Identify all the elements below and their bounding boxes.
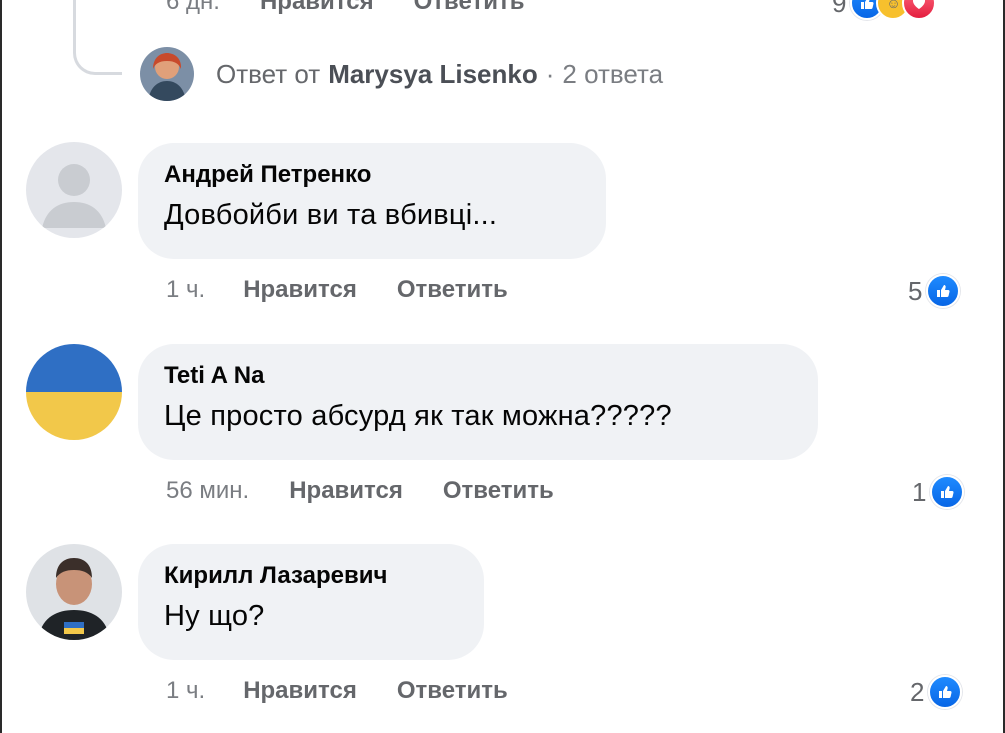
reply-prefix: Ответ от [216, 58, 321, 89]
thumbs-up-icon [930, 475, 965, 509]
thumbs-up-icon [926, 274, 961, 308]
comment-author[interactable]: Андрей Петренко [164, 161, 576, 189]
view-replies-link[interactable]: Ответ от Marysya Lisenko · 2 ответа [140, 47, 663, 101]
thread-connector-line [73, 0, 122, 75]
thumbs-up-icon [928, 675, 963, 709]
heart-icon [902, 0, 937, 20]
like-action[interactable]: Нравится [243, 677, 357, 705]
comment-bubble: Teti A Na Це просто абсурд як так можна?… [138, 344, 818, 460]
reply-author-name: Marysya Lisenko [328, 58, 538, 89]
comment-bubble: Кирилл Лазаревич Ну що? [138, 544, 484, 660]
reaction-summary[interactable]: 2 [910, 675, 963, 709]
reply-separator: · [545, 58, 555, 89]
reply-count: 2 ответа [562, 58, 664, 89]
reaction-summary[interactable]: 5 [908, 274, 961, 308]
avatar[interactable] [26, 344, 122, 440]
like-action[interactable]: Нравится [289, 477, 403, 505]
comment-text: Довбойби ви та вбивці... [164, 199, 498, 231]
reaction-count: 9 [832, 0, 847, 18]
comment-time: 1 ч. [166, 677, 206, 704]
comment-text: Це просто абсурд як так можна????? [164, 400, 672, 432]
comment-time: 56 мин. [166, 477, 250, 504]
comment-time: 1 ч. [166, 276, 206, 303]
avatar[interactable] [26, 544, 122, 640]
reaction-count: 1 [912, 476, 927, 507]
reply-action[interactable]: Ответить [397, 677, 508, 705]
like-action[interactable]: Нравится [260, 0, 374, 16]
top-comment-meta: 6 дн. Нравится Ответить [166, 0, 525, 16]
reply-action[interactable]: Ответить [443, 477, 554, 505]
comment-time: 6 дн. [166, 0, 220, 15]
avatar[interactable] [26, 142, 122, 238]
reaction-count: 2 [910, 676, 925, 707]
reaction-summary[interactable]: 1 [912, 475, 965, 509]
comment-bubble: Андрей Петренко Довбойби ви та вбивці... [138, 143, 606, 259]
comment-author[interactable]: Teti A Na [164, 362, 788, 390]
reply-action[interactable]: Ответить [414, 0, 525, 16]
reaction-count: 5 [908, 275, 923, 306]
comment-meta: 56 мин. Нравится Ответить [166, 477, 554, 505]
comment-meta: 1 ч. Нравится Ответить [166, 677, 508, 705]
comment-text: Ну що? [164, 600, 265, 632]
reply-action[interactable]: Ответить [397, 276, 508, 304]
avatar[interactable] [140, 47, 194, 101]
comment-meta: 1 ч. Нравится Ответить [166, 276, 508, 304]
like-action[interactable]: Нравится [243, 276, 357, 304]
comment-author[interactable]: Кирилл Лазаревич [164, 562, 454, 590]
top-reaction-summary[interactable]: 9 ☺ [832, 0, 937, 20]
